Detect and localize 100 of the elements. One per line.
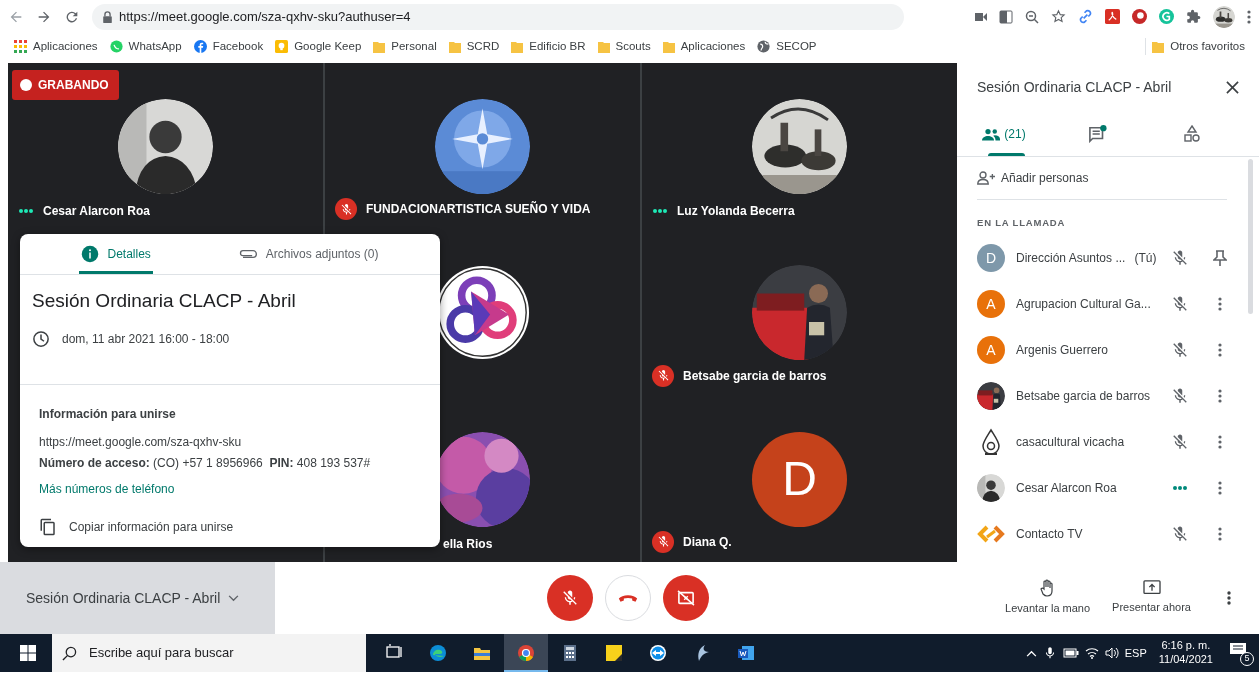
clock-time[interactable]: 6:16 p. m. (1161, 639, 1211, 653)
panel-tab[interactable]: (21) (957, 115, 1051, 153)
paperclip-icon (237, 248, 258, 260)
bookmark[interactable]: Aplicaciones (14, 37, 98, 56)
link-icon[interactable] (1078, 9, 1093, 24)
phone-numbers-link[interactable]: Más números de teléfono (39, 479, 175, 498)
action-button[interactable]: Levantar la mano (999, 578, 1097, 618)
avatar: D (752, 431, 847, 527)
address-bar[interactable]: https://meet.google.com/sza-qxhv-sku?authuser=4 (92, 3, 904, 30)
person-add-icon (977, 171, 995, 185)
participant-name: Cesar Alarcon Roa (1016, 480, 1117, 498)
more-icon[interactable] (1218, 481, 1222, 496)
bookmark[interactable]: SCRD (448, 37, 500, 56)
star-icon[interactable] (1051, 9, 1066, 24)
panel-tab[interactable]: Detalles (79, 234, 153, 274)
hand-icon (1039, 579, 1056, 598)
participant-row[interactable]: D Dirección Asuntos ... (Tú) (977, 235, 1239, 282)
section-heading: Información para unirse (39, 405, 177, 423)
section-heading: EN LA LLAMADA (977, 216, 1067, 230)
bulb-icon (275, 40, 289, 53)
edge-icon[interactable] (429, 644, 447, 662)
word-icon[interactable] (737, 644, 755, 662)
sticky-note-icon[interactable] (605, 644, 623, 662)
more-icon[interactable] (1218, 343, 1222, 358)
avatar: A (977, 290, 1005, 319)
participant-name: Betsabe garcia de barros (683, 367, 827, 385)
bookmark[interactable]: Personal (373, 37, 437, 56)
add-people-button[interactable]: Añadir personas (977, 157, 1239, 199)
bookmark[interactable]: Scouts (597, 37, 651, 56)
meeting-time: dom, 11 abr 2021 16:00 - 18:00 (62, 330, 230, 348)
participant-name: Betsabe garcia de barros (1016, 388, 1151, 406)
you-label: (Tú) (1134, 250, 1157, 268)
avatar: D (977, 244, 1005, 273)
url-text: https://meet.google.com/sza-qxhv-sku?authuser=4 (119, 7, 411, 26)
participant-row[interactable]: Contacto TV (977, 511, 1239, 558)
pin-icon[interactable] (1213, 250, 1227, 267)
pdf-icon[interactable] (1105, 9, 1120, 24)
notification-button[interactable]: 5 (1229, 642, 1251, 664)
battery-icon[interactable] (1062, 648, 1079, 658)
scrollbar-thumb[interactable] (1248, 159, 1253, 314)
chain-logo-icon (977, 525, 1005, 544)
more-icon[interactable] (1227, 591, 1231, 605)
bookmark[interactable]: Facebook (193, 37, 264, 56)
folder-icon (1152, 40, 1165, 53)
windows-icon[interactable] (20, 645, 36, 661)
participant-name: Agrupacion Cultural Ga... (1016, 296, 1151, 314)
participant-row[interactable]: Betsabe garcia de barros (977, 373, 1239, 420)
more-icon[interactable] (1218, 389, 1222, 404)
more-icon[interactable] (1218, 297, 1222, 312)
folder-icon (448, 40, 461, 53)
copy-info-button[interactable]: Copiar información para unirse (39, 517, 421, 536)
mic-button[interactable] (547, 575, 593, 621)
folder-icon (597, 40, 610, 53)
wifi-icon[interactable] (1084, 647, 1099, 659)
action-button[interactable]: Presentar ahora (1106, 579, 1197, 617)
panel-tab[interactable]: Archivos adjuntos (0) (235, 234, 381, 274)
folder-icon (373, 40, 386, 53)
language-indicator[interactable]: ESP (1124, 644, 1147, 662)
participant-name: FUNDACIONARTISTICA SUEÑO Y VIDA (366, 200, 591, 219)
more-icon[interactable] (1218, 527, 1222, 542)
clock-date[interactable]: 11/04/2021 (1158, 653, 1213, 667)
bookmark[interactable]: Otros favoritos (1145, 37, 1245, 56)
menu-icon[interactable] (1247, 9, 1251, 24)
participant-name: Contacto TV (1016, 526, 1083, 544)
camera-button[interactable] (663, 575, 709, 621)
participant-row[interactable]: A Argenis Guerrero (977, 327, 1239, 374)
bookmark[interactable]: Google Keep (275, 37, 362, 56)
bookmark[interactable]: WhatsApp (109, 37, 182, 56)
teamviewer-icon[interactable] (649, 644, 667, 662)
participant-row[interactable]: A Agrupacion Cultural Ga... (977, 281, 1239, 328)
shapes-icon (1184, 125, 1200, 143)
globe-icon (757, 40, 771, 53)
phone-icon (618, 593, 638, 603)
chevron-up-icon[interactable] (1025, 649, 1037, 657)
notification-count: 5 (1240, 652, 1254, 666)
speaker-icon[interactable] (1104, 647, 1119, 659)
participant-name: Cesar Alarcon Roa (43, 203, 150, 221)
chrome-icon[interactable] (517, 644, 535, 662)
panel-title: Sesión Ordinaria CLACP - Abril (977, 78, 1172, 97)
translate-icon[interactable] (999, 9, 1013, 24)
close-icon[interactable] (1226, 81, 1239, 94)
camera-icon[interactable] (975, 11, 987, 22)
puzzle-icon[interactable] (1186, 9, 1201, 24)
hang-up-button[interactable] (605, 575, 651, 621)
clock-icon (32, 329, 50, 348)
extension-icon[interactable] (1132, 9, 1147, 24)
mic-off-icon (561, 589, 579, 607)
bookmark[interactable]: SECOP (757, 37, 817, 56)
meeting-title-button[interactable]: Sesión Ordinaria CLACP - Abril (0, 562, 275, 634)
bookmark[interactable]: Aplicaciones (662, 37, 746, 56)
participant-row[interactable]: casacultural vicacha (977, 419, 1239, 466)
more-icon[interactable] (1218, 435, 1222, 450)
camera-off-icon (677, 590, 695, 606)
search-field[interactable]: Escribe aquí para buscar (52, 634, 366, 672)
calculator-icon[interactable] (561, 644, 579, 662)
participant-name: ella Rios (443, 536, 493, 553)
zoom-icon[interactable] (1025, 9, 1039, 24)
avatar: A (977, 336, 1005, 365)
participant-row[interactable]: Cesar Alarcon Roa (977, 465, 1239, 512)
bookmark[interactable]: Edificio BR (511, 37, 586, 56)
